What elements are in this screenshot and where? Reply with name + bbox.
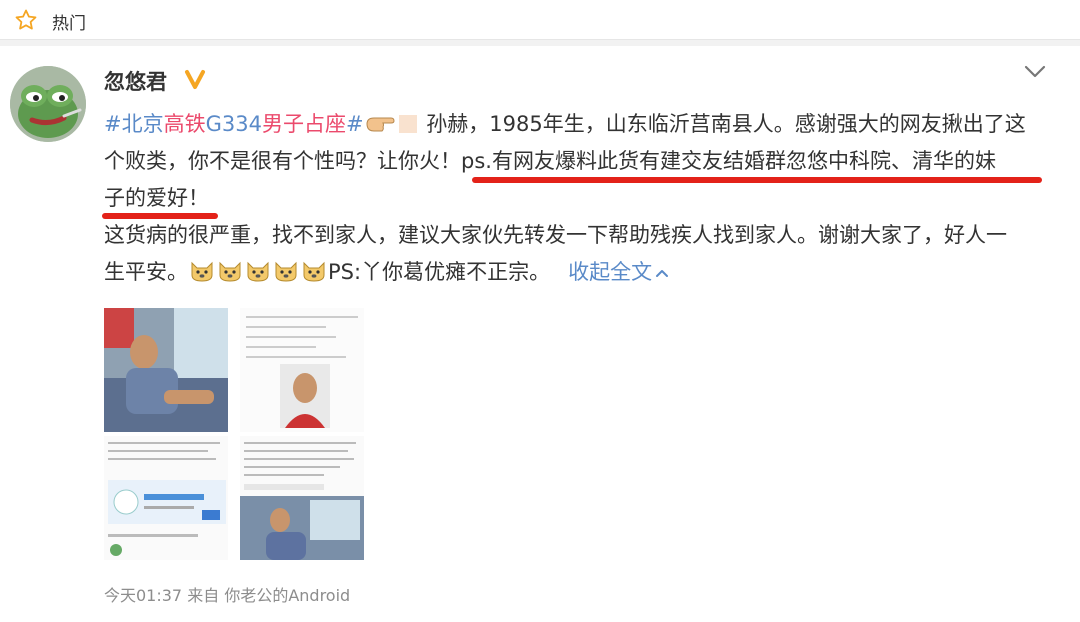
- doge-emoji: [301, 258, 327, 294]
- source-prefix: 来自: [187, 586, 220, 605]
- avatar[interactable]: [10, 66, 86, 142]
- author-name[interactable]: 忽悠君: [104, 66, 167, 96]
- post-meta: 今天01:37 来自 你老公的Android: [104, 582, 350, 606]
- post-line-1: #北京高铁G334男子占座# 孙赫，1985年生，山东临沂莒南县人。感谢强大的网…: [104, 106, 1054, 143]
- post-text-line2b: ps.有网友爆料此货有建交友结婚群忽悠中科院、清华的妹: [461, 149, 996, 173]
- emoji-placeholder: [397, 110, 419, 146]
- post-text-line3: 子的爱好！: [104, 186, 209, 210]
- post-text-ps: PS:丫你葛优瘫不正宗。: [328, 260, 551, 284]
- topic-link[interactable]: #北京高铁G334男子占座#: [104, 112, 364, 136]
- chevron-down-icon[interactable]: [1024, 64, 1046, 83]
- post-line-3: 子的爱好！: [102, 180, 1054, 219]
- post-line-4: 这货病的很严重，找不到家人，建议大家伙先转发一下帮助残疾人找到家人。谢谢大家了，…: [104, 217, 1054, 254]
- doge-emoji: [217, 258, 243, 294]
- doge-emoji: [273, 258, 299, 294]
- chevron-up-icon: [656, 270, 669, 277]
- post-text-line4: 这货病的很严重，找不到家人，建议大家伙先转发一下帮助残疾人找到家人。谢谢大家了，…: [104, 223, 1007, 247]
- star-icon[interactable]: [14, 8, 38, 36]
- post-source[interactable]: 你老公的Android: [224, 586, 350, 605]
- doge-emoji: [189, 258, 215, 294]
- post-text-line2a: 个败类，你不是很有个性吗？让你火！: [104, 149, 461, 173]
- verified-badge-icon: [184, 68, 206, 94]
- post-image-4[interactable]: [240, 436, 364, 560]
- post-body: #北京高铁G334男子占座# 孙赫，1985年生，山东临沂莒南县人。感谢强大的网…: [102, 106, 1054, 291]
- post-image-1[interactable]: [104, 308, 228, 432]
- post-line-2: 个败类，你不是很有个性吗？让你火！ps.有网友爆料此货有建交友结婚群忽悠中科院、…: [104, 143, 1054, 183]
- post-image-3[interactable]: [104, 436, 228, 560]
- collapse-text-link[interactable]: 收起全文: [568, 260, 669, 284]
- doge-emoji: [245, 258, 271, 294]
- post-line-5: 生平安。 PS:丫你葛优瘫不正宗。 收起全文: [104, 254, 1054, 291]
- weibo-post-card: 忽悠君 #北京高铁G334男子占座# 孙赫，1985年生，山东临沂莒南县人。感谢…: [0, 46, 1080, 622]
- top-bar: 热门: [0, 0, 1080, 40]
- post-image-2[interactable]: [240, 308, 364, 432]
- post-text-line1: 孙赫，1985年生，山东临沂莒南县人。感谢强大的网友揪出了这: [426, 112, 1026, 136]
- pointing-hand-emoji: [365, 110, 395, 146]
- post-text-line5: 生平安。: [104, 260, 188, 284]
- post-timestamp: 今天01:37: [104, 586, 183, 605]
- page-title: 热门: [52, 14, 86, 34]
